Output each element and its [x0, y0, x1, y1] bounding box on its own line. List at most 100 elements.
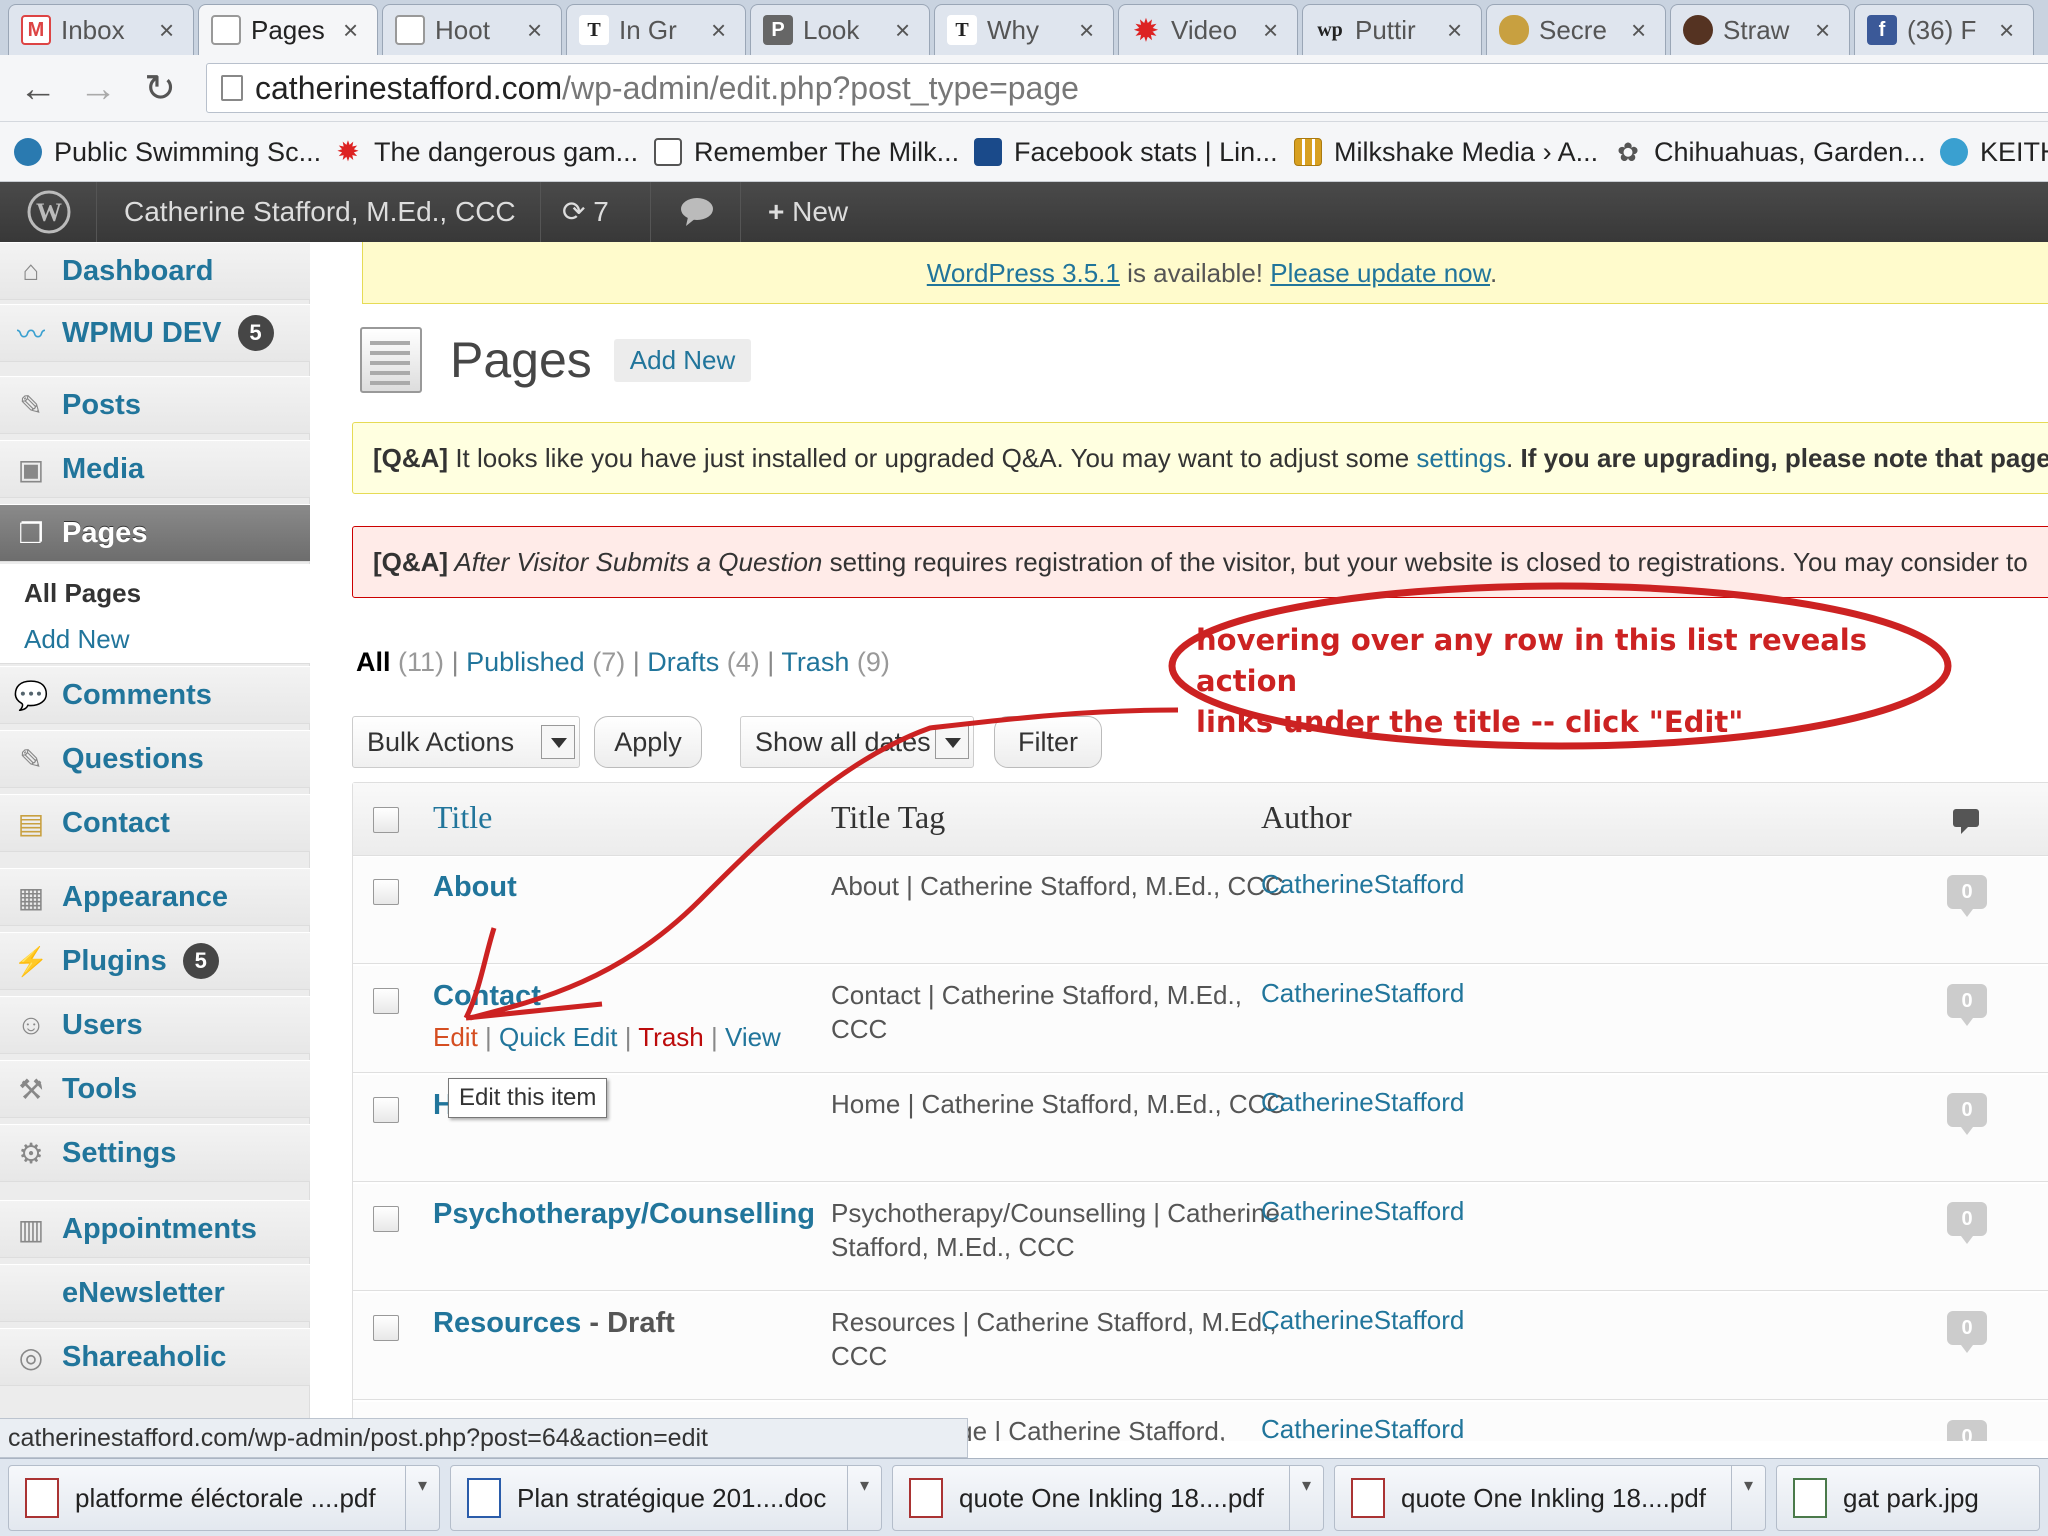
comment-count-bubble[interactable]: 0 — [1947, 1420, 1987, 1441]
row-author-link[interactable]: CatherineStafford — [1261, 1414, 1464, 1441]
bookmark-milkshake-media[interactable]: Milkshake Media › A... — [1294, 132, 1598, 172]
sidebar-item-plugins[interactable]: ⚡ Plugins 5 — [0, 932, 310, 990]
tab-secre[interactable]: Secre × — [1486, 4, 1666, 55]
close-icon[interactable]: × — [711, 15, 735, 46]
table-row[interactable]: About About | Catherine Stafford, M.Ed.,… — [353, 856, 2048, 964]
submenu-all-pages[interactable]: All Pages — [24, 578, 141, 609]
tab-hoot[interactable]: Hoot × — [382, 4, 562, 55]
row-author-link[interactable]: CatherineStafford — [1261, 869, 1464, 900]
view-link[interactable]: View — [725, 1022, 781, 1052]
close-icon[interactable]: × — [527, 15, 551, 46]
row-author-link[interactable]: CatherineStafford — [1261, 1196, 1464, 1227]
download-item[interactable]: Plan stratégique 201....doc ▾ — [450, 1465, 882, 1531]
chevron-down-icon[interactable]: ▾ — [1289, 1466, 1323, 1530]
row-checkbox[interactable] — [373, 879, 399, 905]
edit-link[interactable]: Edit — [433, 1022, 478, 1052]
apply-button[interactable]: Apply — [594, 716, 702, 768]
sidebar-item-appearance[interactable]: ▦ Appearance — [0, 868, 310, 926]
table-row[interactable]: Contact Contact | Catherine Stafford, M.… — [353, 965, 2048, 1073]
bookmark-dangerous-game[interactable]: ✹ The dangerous gam... — [334, 132, 638, 172]
tab-facebook[interactable]: f (36) F × — [1854, 4, 2034, 55]
tab-look[interactable]: P Look × — [750, 4, 930, 55]
row-author-link[interactable]: CatherineStafford — [1261, 978, 1464, 1009]
tab-inbox[interactable]: M Inbox × — [8, 4, 194, 55]
chevron-down-icon[interactable]: ▾ — [1731, 1466, 1765, 1530]
comment-count-bubble[interactable]: 0 — [1947, 1311, 1987, 1353]
row-title-link[interactable]: Psychotherapy/Counselling — [433, 1198, 815, 1231]
download-item[interactable]: quote One Inkling 18....pdf ▾ — [1334, 1465, 1766, 1531]
comment-bubble-icon[interactable] — [680, 182, 714, 242]
download-item[interactable]: quote One Inkling 18....pdf ▾ — [892, 1465, 1324, 1531]
close-icon[interactable]: × — [1631, 15, 1655, 46]
updates-link[interactable]: ⟳ 7 — [562, 182, 609, 242]
chevron-down-icon[interactable]: ▾ — [405, 1466, 439, 1530]
comment-count-bubble[interactable]: 0 — [1947, 1202, 1987, 1244]
filter-drafts[interactable]: Drafts — [647, 647, 719, 677]
row-checkbox[interactable] — [373, 1097, 399, 1123]
comment-count-bubble[interactable]: 0 — [1947, 875, 1987, 917]
comment-count-bubble[interactable]: 0 — [1947, 1093, 1987, 1135]
close-icon[interactable]: × — [343, 15, 367, 46]
wordpress-logo-icon[interactable]: W — [26, 182, 72, 242]
tab-video[interactable]: ✹ Video × — [1118, 4, 1298, 55]
wordpress-version-link[interactable]: WordPress 3.5.1 — [927, 258, 1120, 288]
download-item[interactable]: platforme éléctorale ....pdf ▾ — [8, 1465, 440, 1531]
submenu-add-new[interactable]: Add New — [24, 624, 130, 655]
sidebar-item-questions[interactable]: ✎ Questions — [0, 730, 310, 788]
add-new-button[interactable]: Add New — [613, 338, 752, 382]
trash-link[interactable]: Trash — [638, 1022, 704, 1052]
tab-why[interactable]: T Why × — [934, 4, 1114, 55]
sidebar-item-shareaholic[interactable]: ◎ Shareaholic — [0, 1328, 310, 1386]
filter-button[interactable]: Filter — [994, 716, 1102, 768]
select-all-checkbox[interactable] — [373, 807, 399, 833]
bulk-actions-select[interactable]: Bulk Actions — [352, 716, 580, 768]
qa-settings-link[interactable]: settings — [1416, 443, 1506, 473]
address-bar[interactable]: catherinestafford.com/wp-admin/edit.php?… — [206, 63, 2048, 113]
sidebar-item-settings[interactable]: ⚙ Settings — [0, 1124, 310, 1182]
sidebar-item-wpmudev[interactable]: 〰 WPMU DEV 5 — [0, 304, 310, 362]
comment-count-bubble[interactable]: 0 — [1947, 984, 1987, 1026]
bookmark-public-swimming[interactable]: Public Swimming Sc... — [14, 132, 321, 172]
row-title-link[interactable]: Contact — [433, 980, 541, 1013]
tab-puttir[interactable]: wp Puttir × — [1302, 4, 1482, 55]
bookmark-keith[interactable]: KEITH — [1940, 132, 2048, 172]
back-arrow-icon[interactable]: ← — [16, 67, 60, 111]
bookmark-chihuahuas[interactable]: ✿ Chihuahuas, Garden... — [1614, 132, 1926, 172]
sidebar-item-users[interactable]: ☺ Users — [0, 996, 310, 1054]
close-icon[interactable]: × — [1447, 15, 1471, 46]
new-content-link[interactable]: + New — [768, 182, 848, 242]
reload-icon[interactable]: ↻ — [138, 67, 182, 111]
sidebar-item-tools[interactable]: ⚒ Tools — [0, 1060, 310, 1118]
forward-arrow-icon[interactable]: → — [76, 67, 120, 111]
tab-pages[interactable]: Pages × — [198, 4, 378, 55]
table-row[interactable]: Resources - Draft Resources | Catherine … — [353, 1292, 2048, 1400]
sidebar-item-posts[interactable]: ✎ Posts — [0, 376, 310, 434]
filter-all[interactable]: All — [356, 647, 391, 677]
table-row[interactable]: Psychotherapy/Counselling Psychotherapy/… — [353, 1183, 2048, 1291]
row-author-link[interactable]: CatherineStafford — [1261, 1087, 1464, 1118]
row-checkbox[interactable] — [373, 988, 399, 1014]
row-author-link[interactable]: CatherineStafford — [1261, 1305, 1464, 1336]
close-icon[interactable]: × — [1999, 15, 2023, 46]
tab-in-gr[interactable]: T In Gr × — [566, 4, 746, 55]
close-icon[interactable]: × — [895, 15, 919, 46]
column-title[interactable]: Title — [433, 799, 492, 836]
quick-edit-link[interactable]: Quick Edit — [499, 1022, 618, 1052]
sidebar-item-pages[interactable]: ❐ Pages — [0, 504, 330, 563]
bookmark-facebook-stats[interactable]: Facebook stats | Lin... — [974, 132, 1278, 172]
bookmark-remember-the-milk[interactable]: Remember The Milk... — [654, 132, 959, 172]
date-filter-select[interactable]: Show all dates — [740, 716, 974, 768]
sidebar-item-comments[interactable]: 💬 Comments — [0, 666, 310, 724]
row-title-link[interactable]: Resources — [433, 1307, 581, 1339]
close-icon[interactable]: × — [159, 15, 183, 46]
update-now-link[interactable]: Please update now — [1270, 258, 1490, 288]
filter-published[interactable]: Published — [466, 647, 585, 677]
close-icon[interactable]: × — [1263, 15, 1287, 46]
row-title-link[interactable]: About — [433, 871, 517, 904]
download-item[interactable]: gat park.jpg — [1776, 1465, 2040, 1531]
sidebar-item-dashboard[interactable]: ⌂ Dashboard — [0, 242, 310, 300]
chevron-down-icon[interactable]: ▾ — [847, 1466, 881, 1530]
sidebar-item-contact[interactable]: ▤ Contact — [0, 794, 310, 852]
sidebar-item-enewsletter[interactable]: eNewsletter — [0, 1264, 310, 1322]
tab-straw[interactable]: Straw × — [1670, 4, 1850, 55]
